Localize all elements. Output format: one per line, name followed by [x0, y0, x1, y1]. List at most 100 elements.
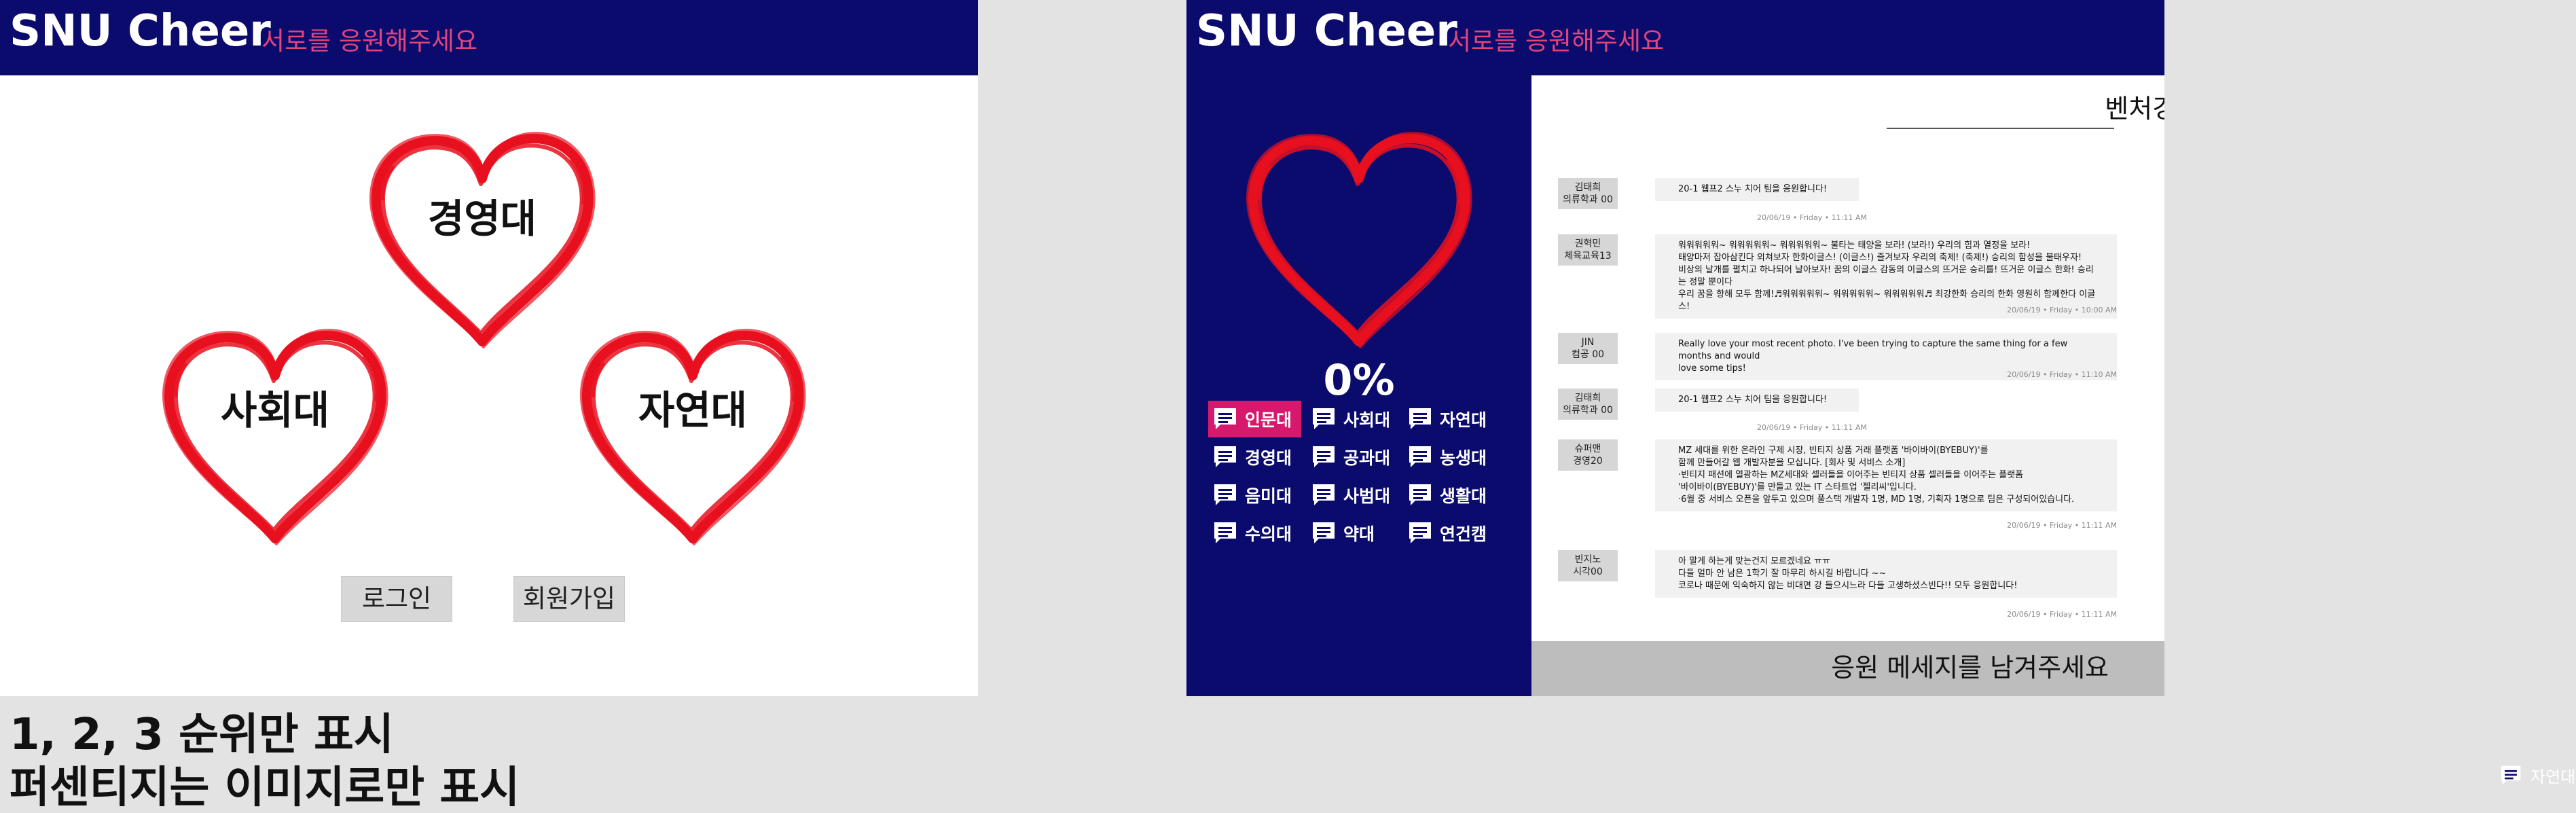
chat-bubble-icon: [1311, 482, 1337, 508]
message-timestamp: 20/06/19 • Friday • 10:00 AM: [2007, 306, 2117, 314]
home-screen: SNU Cheer 서로를 응원해주세요 경영대 사회대 자연대 로그인 회원가…: [0, 0, 978, 696]
message-timestamp: 20/06/19 • Friday • 11:11 AM: [2007, 521, 2117, 530]
rank-3-label: 자연대: [638, 387, 748, 433]
category-label: 음미대: [1245, 486, 1292, 506]
message-bubble: 20-1 웹프2 스누 치어 팀을 응원합니다!: [1655, 178, 1859, 201]
message-line: '바이바이(BYEBUY)'를 만들고 있는 IT 스타트업 '젤리씨'입니다.: [1678, 482, 1917, 492]
message-line: 다들 얼마 안 남은 1학기 잘 마무리 하시길 바랍니다 ~~: [1678, 568, 1887, 579]
message-compose-bar[interactable]: 응원 메세지를 남겨주세요: [1531, 641, 2164, 696]
category-label: 경영대: [1245, 448, 1292, 468]
message-timestamp: 20/06/19 • Friday • 11:11 AM: [2007, 610, 2117, 619]
chat-bubble-icon: [1311, 520, 1337, 546]
app-header: SNU Cheer 서로를 응원해주세요: [1186, 0, 2164, 75]
app-title: SNU Cheer: [10, 6, 271, 56]
chat-bubble-icon: [1212, 444, 1238, 470]
category-item[interactable]: 음미대: [1212, 477, 1292, 513]
message-line: 태양마저 잡아삼킨다 외쳐보자 한화이글스! (이글스!) 즐겨보자 우리의 축…: [1678, 253, 2082, 263]
message-line: 코로나 때문에 익숙하지 않는 비대면 강 들으시느라 다들 고생하셨스빈다!!…: [1678, 581, 2018, 591]
chat-bubble-icon: [1407, 406, 1433, 432]
message-line: ·6월 중 서비스 오픈을 앞두고 있으며 풀스택 개발자 1명, MD 1명,…: [1678, 494, 2075, 505]
message-line: 워워워워워~ 워워워워워~ 워워워워워~ 불타는 태양을 보라! (보라!) 우…: [1678, 240, 2031, 251]
message-line: ·빈티지 패션에 열광하는 MZ세대와 셀러들을 이어주는 빈티지 상품 셀러들…: [1678, 470, 2024, 480]
chat-bubble-icon: [1407, 482, 1433, 508]
category-label: 수의대: [1245, 524, 1292, 544]
signup-button[interactable]: 회원가입: [513, 576, 625, 622]
category-item[interactable]: 수의대: [1212, 515, 1292, 552]
app-tagline: 서로를 응원해주세요: [1448, 26, 1665, 56]
author-dept: 경영20: [1573, 456, 1603, 467]
author-name: 슈퍼맨: [1574, 444, 1601, 454]
rank-2-heart[interactable]: 사회대: [160, 323, 391, 554]
chat-bubble-icon: [1311, 406, 1337, 432]
author-dept: 의류학과 00: [1563, 194, 1613, 205]
category-label: 사회대: [1343, 410, 1391, 430]
category-label: 자연대: [1440, 410, 1487, 430]
message-author: 김태희 의류학과 00: [1558, 389, 1618, 420]
author-dept: 시각00: [1573, 566, 1603, 577]
message-author: 슈퍼맨경영20: [1558, 439, 1618, 471]
category-sidebar: 0% 인문대 사회대 자연대경영대 공과대 농생대음미대 사범대 생활대수의대 약대 연건캠: [1186, 75, 1531, 696]
category-label: 생활대: [1440, 486, 1487, 506]
author-name: 김태희: [1574, 182, 1601, 193]
message-line: 20-1 웹프2 스누 치어 팀을 응원합니다!: [1678, 184, 1828, 194]
author-dept: 체육교육13: [1564, 251, 1612, 261]
message-line: MZ 세대를 위한 온라인 구제 시장, 빈티지 상품 거래 플랫폼 '바이바이…: [1678, 446, 1989, 456]
author-name: JIN: [1581, 337, 1595, 348]
category-item[interactable]: 경영대: [1212, 439, 1292, 475]
message-author: 김태희 의류학과 00: [1558, 178, 1618, 209]
category-label: 인문대: [1245, 410, 1292, 430]
author-name: 김태희: [1574, 393, 1601, 403]
category-label: 농생대: [1440, 448, 1487, 468]
rank-3-heart[interactable]: 자연대: [577, 323, 808, 554]
message-bubble: MZ 세대를 위한 온라인 구제 시장, 빈티지 상품 거래 플랫폼 '바이바이…: [1655, 439, 2117, 511]
category-item[interactable]: 공과대: [1311, 439, 1390, 475]
chat-bubble-icon: [1311, 444, 1337, 470]
category-item[interactable]: 생활대: [1407, 477, 1487, 513]
message-author: 빈지노 시각00: [1558, 550, 1618, 581]
app-title: SNU Cheer: [1196, 6, 1457, 56]
category-item[interactable]: 인문대: [1208, 401, 1302, 437]
category-label: 약대: [1343, 524, 1375, 544]
category-label: 연건캠: [1440, 524, 1487, 544]
message-line: 비상의 날개를 펼치고 하나되어 날아보자! 꿈의 이글스 감동의 이글스의 뜨…: [1678, 265, 2094, 287]
author-name: 빈지노: [1574, 554, 1601, 565]
chat-bubble-icon: [1212, 482, 1238, 508]
app-header: SNU Cheer 서로를 응원해주세요: [0, 0, 978, 75]
chat-bubble-icon: [1407, 520, 1433, 546]
category-label: 공과대: [1343, 448, 1391, 468]
category-item[interactable]: 농생대: [1407, 439, 1487, 475]
heart-icon: [577, 323, 808, 554]
offscreen-category-label: 자연대: [2530, 767, 2576, 787]
category-item[interactable]: 사범대: [1311, 477, 1390, 513]
rank-2-label: 사회대: [220, 387, 330, 433]
progress-percent: 0%: [1323, 355, 1395, 405]
chat-bubble-icon: [1212, 406, 1238, 432]
message-author: 권혁민 체육교육13: [1558, 234, 1618, 266]
message-line: 함께 만들어갈 웹 개발자분을 모십니다. [회사 및 서비스 소개]: [1678, 458, 1906, 468]
message-bubble: 아 말게 하는게 맞는건지 모르겠네요 ㅠㅠ 다들 얼마 안 남은 1학기 잘 마…: [1655, 550, 2117, 598]
login-button[interactable]: 로그인: [341, 576, 452, 622]
progress-heart: [1244, 126, 1474, 357]
category-item[interactable]: 약대: [1311, 515, 1375, 552]
message-timestamp: 20/06/19 • Friday • 11:11 AM: [1757, 423, 1867, 432]
chat-bubble-icon: [1407, 444, 1433, 470]
rank-1-label: 경영대: [427, 196, 537, 242]
message-timestamp: 20/06/19 • Friday • 11:10 AM: [2007, 370, 2117, 379]
heart-icon: [160, 323, 391, 554]
category-label: 사범대: [1343, 486, 1391, 506]
heart-icon: [1244, 126, 1474, 357]
room-title: 벤처경영학과 응원방: [2105, 94, 2164, 124]
offscreen-category-item[interactable]: 자연대: [2499, 763, 2575, 787]
message-line: Really love your most recent photo. I've…: [1678, 339, 2068, 361]
app-tagline: 서로를 응원해주세요: [261, 26, 478, 56]
category-item[interactable]: 사회대: [1311, 401, 1390, 437]
category-item[interactable]: 연건캠: [1407, 515, 1487, 552]
message-timestamp: 20/06/19 • Friday • 11:11 AM: [1757, 213, 1867, 222]
message-bubble: 20-1 웹프2 스누 치어 팀을 응원합니다!: [1655, 389, 1859, 412]
message-line: 아 말게 하는게 맞는건지 모르겠네요 ㅠㅠ: [1678, 556, 1830, 566]
rank-1-heart[interactable]: 경영대: [367, 126, 598, 357]
room-title-underline: [1887, 128, 2114, 129]
author-dept: 컴공 00: [1571, 349, 1605, 360]
chat-bubble-icon: [2499, 764, 2522, 787]
category-item[interactable]: 자연대: [1407, 401, 1487, 437]
